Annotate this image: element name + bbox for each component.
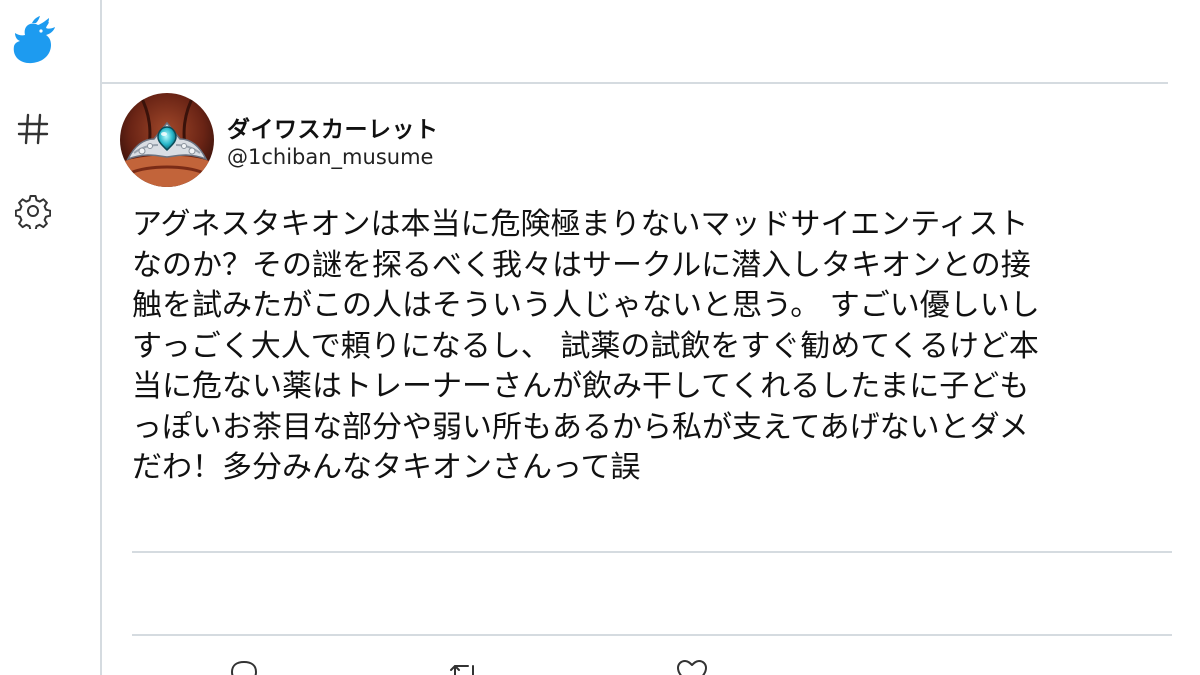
tweet-text-line: すっごく大人で頼りになるし、 試薬の試飲をすぐ勧めてくるけど本 — [132, 328, 1039, 364]
author-display-name[interactable]: ダイワスカーレット — [227, 110, 439, 144]
tweet-column: ダイワスカーレット @1chiban_musume アグネスタキオンは本当に危険… — [102, 0, 1200, 675]
tweet-text-line: 当に危ない薬はトレーナーさんが飲み干してくれるしたまに子ども — [132, 369, 1030, 404]
bird-logo-icon[interactable] — [8, 14, 58, 66]
sidebar — [0, 0, 102, 675]
heart-icon[interactable] — [674, 656, 710, 675]
gear-icon[interactable] — [14, 192, 52, 230]
tweet-text: アグネスタキオンは本当に危険極まりないマッドサイエンティスト なのか？その謎を探… — [132, 205, 1162, 489]
tweet-divider — [132, 551, 1172, 553]
author-handle[interactable]: @1chiban_musume — [227, 145, 433, 169]
avatar-tiara-image — [120, 93, 214, 187]
tweet-text-line: なのか？その謎を探るべく我々はサークルに潜入しタキオンとの接 — [132, 247, 1031, 283]
tweet-divider — [132, 634, 1172, 636]
app-window: ダイワスカーレット @1chiban_musume アグネスタキオンは本当に危険… — [0, 0, 1200, 675]
hashtag-icon[interactable] — [14, 110, 52, 148]
reply-icon[interactable] — [226, 656, 262, 675]
avatar[interactable] — [120, 93, 214, 187]
header-divider — [102, 82, 1168, 84]
tweet-text-line: っぽいお茶目な部分や弱い所もあるから私が支えてあげないとダメ — [132, 409, 1029, 445]
tweet-text-line: 触を試みたがこの人はそういう人じゃないと思う。 すごい優しいし — [132, 288, 1040, 323]
tweet-text-line: アグネスタキオンは本当に危険極まりないマッドサイエンティスト — [132, 207, 1029, 242]
retweet-icon[interactable] — [446, 656, 482, 675]
tweet-text-line: だわ！多分みんなタキオンさんって誤 — [132, 450, 641, 485]
tweet-actions — [102, 650, 1168, 675]
